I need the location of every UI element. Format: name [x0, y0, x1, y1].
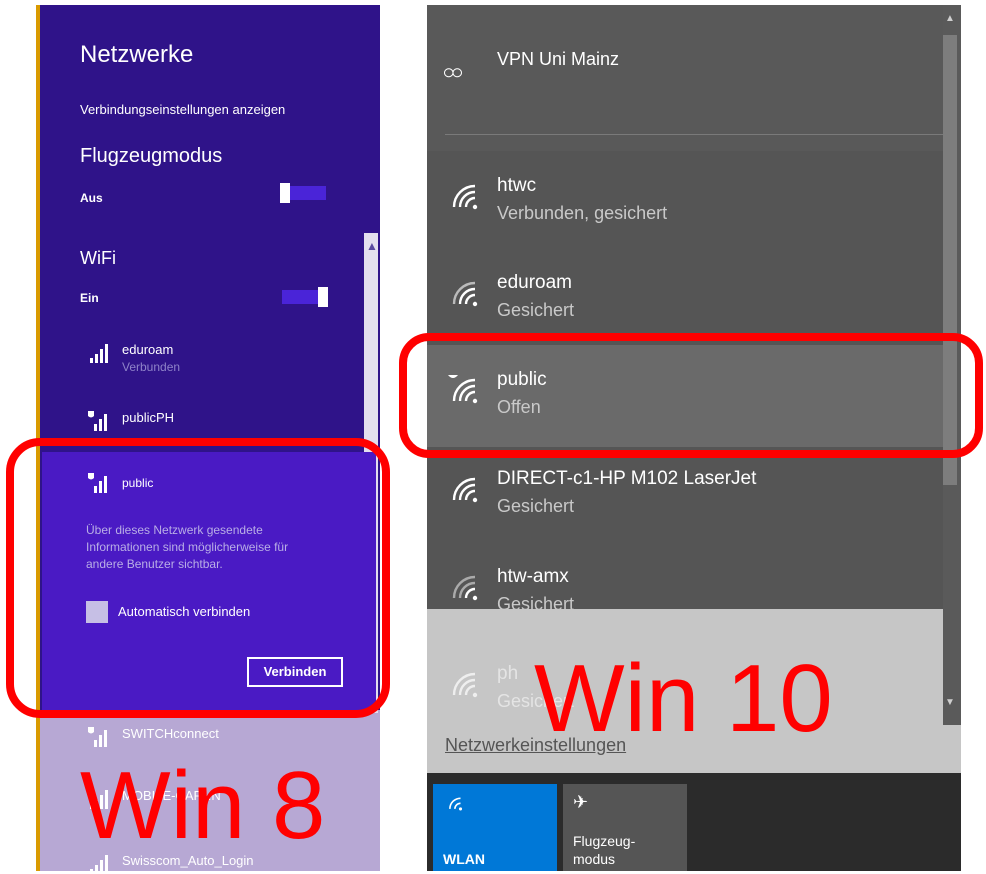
network-status: Gesichert — [497, 300, 575, 320]
scroll-up-icon[interactable]: ▲ — [945, 13, 955, 24]
wifi-heading: WiFi — [80, 248, 116, 268]
wifi-icon — [449, 797, 463, 811]
wlan-tile[interactable]: WLAN — [433, 784, 557, 871]
wifi-icon — [452, 184, 478, 210]
network-name: htw-amx — [497, 566, 569, 587]
airplane-mode-toggle[interactable] — [280, 183, 326, 203]
airplane-mode-state: Aus — [80, 191, 103, 205]
wifi-icon — [452, 575, 478, 601]
divider — [445, 134, 943, 135]
highlight-frame-win8 — [6, 438, 390, 718]
network-status: Verbunden, gesichert — [497, 203, 668, 223]
shield-signal-icon — [88, 411, 107, 431]
win8-caption: Win 8 — [80, 752, 326, 859]
network-name: eduroam — [497, 272, 572, 293]
toggle-knob — [280, 183, 290, 203]
scroll-down-icon[interactable]: ▼ — [945, 697, 955, 708]
network-name: publicPH — [122, 410, 175, 425]
wifi-icon — [452, 672, 478, 698]
network-status: Gesichert — [497, 496, 575, 516]
network-status: Verbunden — [122, 360, 181, 374]
vpn-section — [427, 5, 961, 151]
highlight-frame-win10 — [399, 333, 983, 458]
tile-label: Flugzeug- modus — [573, 833, 636, 867]
airplane-mode-heading: Flugzeugmodus — [80, 145, 223, 167]
network-name: htwc — [497, 175, 537, 196]
panel-title: Netzwerke — [80, 41, 194, 68]
wifi-toggle[interactable] — [282, 287, 328, 307]
airplane-icon: ✈ — [573, 792, 589, 812]
wifi-icon — [452, 281, 478, 307]
network-name: SWITCHconnect — [122, 726, 219, 741]
wifi-icon — [452, 477, 478, 503]
airplane-mode-tile[interactable]: ✈ Flugzeug- modus — [563, 784, 687, 871]
scroll-up-icon[interactable]: ▲ — [366, 239, 378, 253]
win10-caption: Win 10 — [534, 645, 833, 752]
network-name: eduroam — [122, 342, 174, 357]
shield-signal-icon — [88, 727, 107, 747]
network-name: DIRECT-c1-HP M102 LaserJet — [497, 468, 757, 489]
wifi-state: Ein — [80, 291, 99, 305]
toggle-knob — [318, 287, 328, 307]
signal-bars-icon — [90, 344, 108, 363]
network-name: ph — [497, 663, 519, 684]
network-status: Gesichert — [497, 594, 575, 614]
tile-label: WLAN — [443, 851, 485, 867]
connection-settings-link[interactable]: Verbindungseinstellungen anzeigen — [80, 102, 285, 117]
vpn-icon: ထ — [443, 60, 463, 82]
vpn-label[interactable]: VPN Uni Mainz — [497, 49, 619, 70]
